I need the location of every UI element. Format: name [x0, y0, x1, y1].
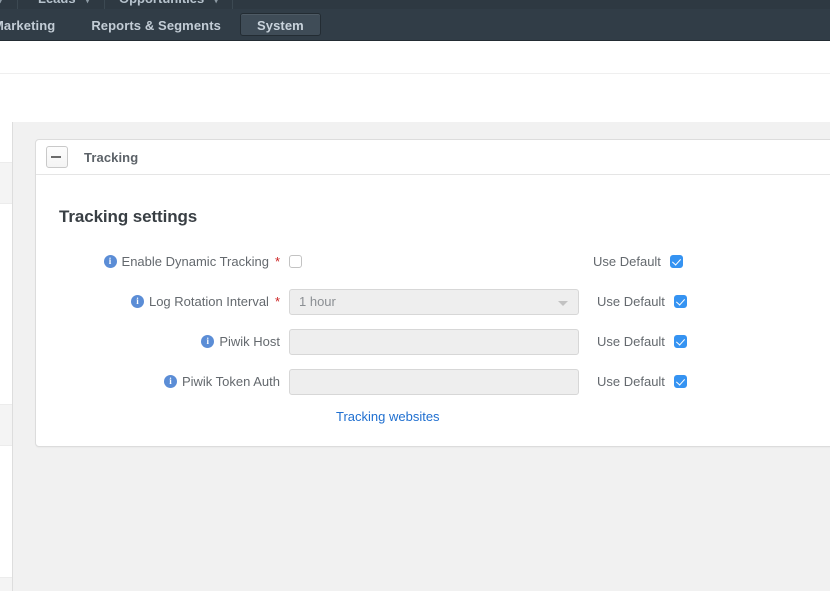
- left-sidebar-strip: [0, 122, 13, 591]
- info-icon[interactable]: i: [201, 335, 215, 348]
- tracking-panel: Tracking Tracking settings i Enable Dyna…: [35, 139, 830, 447]
- info-icon[interactable]: i: [103, 255, 117, 268]
- field-control: [289, 255, 302, 268]
- field-control: 1 hour: [289, 288, 579, 315]
- top-menu-bar-partial: ▾ Leads ▾ Opportunities ▾: [0, 0, 830, 9]
- panel-body: Tracking settings i Enable Dynamic Track…: [36, 175, 830, 424]
- nav-tab-reports-and-segments[interactable]: Reports & Segments: [74, 13, 238, 36]
- app-root: ▾ Leads ▾ Opportunities ▾ Marketing Repo…: [0, 0, 830, 591]
- field-label: i Piwik Token Auth: [36, 374, 289, 389]
- page-header-band: [0, 41, 830, 122]
- field-label-text: Piwik Host: [219, 334, 280, 349]
- info-icon[interactable]: i: [163, 375, 177, 388]
- piwik-token-auth-input[interactable]: [289, 368, 579, 395]
- use-default-checkbox[interactable]: [673, 335, 687, 348]
- nav-tab-label: Reports & Segments: [91, 18, 221, 33]
- nav-tab-marketing[interactable]: Marketing: [0, 13, 72, 36]
- use-default-checkbox[interactable]: [669, 255, 683, 268]
- enable-dynamic-tracking-checkbox[interactable]: [289, 255, 302, 268]
- info-icon[interactable]: i: [130, 295, 144, 308]
- sidebar-band: [0, 577, 12, 591]
- form-row-enable-dynamic-tracking: i Enable Dynamic Tracking * Use Default: [36, 249, 830, 274]
- minus-icon[interactable]: [46, 146, 68, 168]
- nav-tab-system[interactable]: System: [239, 13, 321, 36]
- chevron-down-icon: ▾: [0, 0, 3, 5]
- use-default-group: Use Default: [597, 334, 687, 349]
- nav-tab-list: Marketing Reports & Segments System: [0, 9, 323, 40]
- field-label-text: Enable Dynamic Tracking: [121, 254, 269, 269]
- use-default-label: Use Default: [597, 374, 665, 389]
- sidebar-band: [0, 162, 12, 204]
- header-divider: [0, 73, 830, 74]
- main-content-area: Tracking Tracking settings i Enable Dyna…: [0, 122, 830, 591]
- field-label: i Piwik Host: [36, 334, 289, 349]
- menu-item-label: Opportunities: [119, 0, 204, 6]
- required-marker: *: [274, 293, 280, 309]
- form-row-piwik-host: i Piwik Host Use Default: [36, 328, 830, 355]
- form-row-piwik-token-auth: i Piwik Token Auth Use Default: [36, 368, 830, 395]
- nav-tab-label: System: [256, 18, 304, 33]
- chevron-down-icon: ▾: [85, 0, 90, 5]
- field-label-text: Piwik Token Auth: [181, 374, 280, 389]
- main-navigation-bar: Marketing Reports & Segments System: [0, 9, 830, 41]
- menu-item-label: Leads: [38, 0, 76, 6]
- panel-title: Tracking: [84, 149, 139, 165]
- sidebar-band: [0, 404, 12, 446]
- link-row: Tracking websites: [336, 409, 830, 424]
- select-value: 1 hour: [299, 293, 336, 309]
- use-default-group: Use Default: [593, 254, 683, 269]
- use-default-label: Use Default: [597, 334, 665, 349]
- field-label-text: Log Rotation Interval: [148, 294, 269, 309]
- menu-item-partial-0[interactable]: ▾: [0, 0, 18, 9]
- tracking-websites-link[interactable]: Tracking websites: [336, 409, 440, 424]
- chevron-down-icon: [558, 300, 568, 306]
- field-label: i Enable Dynamic Tracking *: [36, 254, 289, 269]
- use-default-label: Use Default: [597, 294, 665, 309]
- panel-header: Tracking: [36, 140, 830, 175]
- form-row-log-rotation-interval: i Log Rotation Interval * 1 hour Use Defa…: [36, 288, 830, 315]
- required-marker: *: [274, 253, 280, 269]
- use-default-checkbox[interactable]: [673, 295, 687, 308]
- menu-item-leads[interactable]: Leads ▾: [24, 0, 105, 9]
- chevron-down-icon: ▾: [213, 0, 219, 5]
- use-default-group: Use Default: [597, 294, 687, 309]
- field-control: [289, 368, 579, 395]
- field-label: i Log Rotation Interval *: [36, 294, 289, 309]
- piwik-host-input[interactable]: [289, 328, 579, 355]
- log-rotation-interval-select[interactable]: 1 hour: [289, 288, 579, 315]
- use-default-group: Use Default: [597, 374, 687, 389]
- field-control: [289, 328, 579, 355]
- menu-item-opportunities[interactable]: Opportunities ▾: [105, 0, 234, 9]
- section-title: Tracking settings: [59, 207, 198, 226]
- nav-tab-label: Marketing: [0, 18, 56, 33]
- use-default-checkbox[interactable]: [673, 375, 687, 388]
- use-default-label: Use Default: [593, 254, 661, 269]
